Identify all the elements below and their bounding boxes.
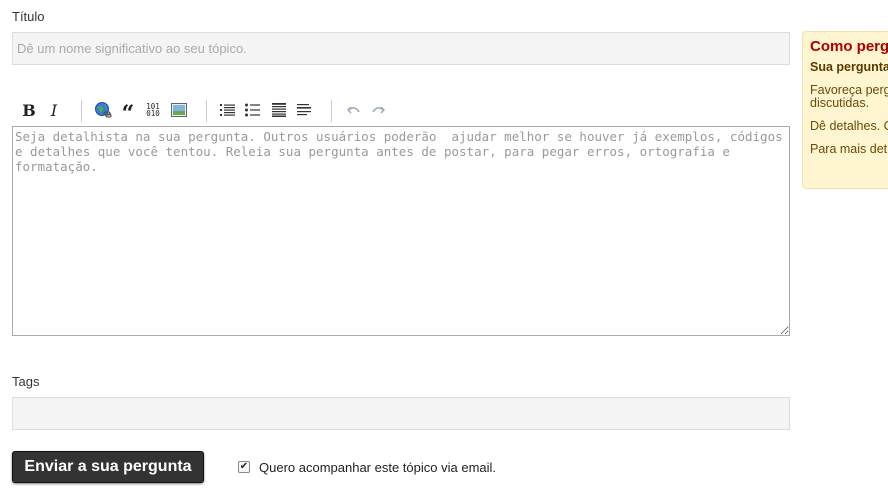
tips-title: Como perg — [810, 38, 888, 55]
italic-icon: I — [50, 100, 58, 120]
tips-paragraph: Dê detalhes. C — [810, 119, 888, 133]
horizontal-rule-button[interactable] — [294, 100, 314, 120]
tags-label: Tags — [12, 374, 40, 389]
ordered-list-button[interactable] — [218, 100, 238, 120]
bold-icon: B — [22, 100, 36, 120]
tips-paragraph: Para mais det — [810, 142, 888, 156]
image-button[interactable] — [169, 100, 189, 120]
toolbar-divider — [206, 100, 207, 122]
horizontal-rule-icon — [297, 104, 311, 116]
follow-email-label[interactable]: Quero acompanhar este tópico via email. — [259, 460, 496, 475]
title-label: Título — [12, 9, 45, 24]
ordered-list-icon — [220, 104, 235, 116]
image-icon — [171, 103, 187, 117]
code-icon-bottom: 010 — [146, 109, 160, 118]
checkmark-icon: ✔ — [239, 461, 249, 472]
code-button[interactable]: 101 010 — [143, 100, 163, 120]
follow-email-checkbox[interactable]: ✔ — [238, 461, 250, 473]
redo-button[interactable] — [368, 100, 388, 120]
tips-sidebar: Como perg Sua pergunta Favoreça perg dis… — [802, 31, 888, 189]
title-input[interactable] — [12, 32, 790, 65]
tags-input[interactable] — [12, 397, 790, 430]
italic-button[interactable]: I — [44, 100, 64, 120]
tips-paragraph: Favoreça perg discutidas. — [810, 83, 888, 110]
link-icon — [95, 102, 112, 118]
tips-subtitle: Sua pergunta — [810, 60, 888, 74]
undo-button[interactable] — [344, 100, 364, 120]
redo-icon — [372, 106, 385, 114]
toolbar-divider — [331, 100, 332, 122]
quote-button[interactable]: “ — [118, 100, 138, 127]
editor-toolbar: B I “ 101 010 — [12, 98, 412, 127]
question-body-editor[interactable] — [12, 126, 790, 336]
bold-button[interactable]: B — [19, 100, 39, 120]
quote-icon: “ — [121, 101, 135, 127]
link-button[interactable] — [93, 100, 113, 120]
toolbar-divider — [81, 100, 82, 122]
heading-icon — [272, 103, 286, 117]
submit-question-button[interactable]: Enviar a sua pergunta — [12, 451, 204, 483]
heading-button[interactable] — [269, 100, 289, 120]
undo-icon — [347, 106, 360, 114]
unordered-list-icon — [245, 103, 260, 117]
unordered-list-button[interactable] — [243, 100, 263, 120]
